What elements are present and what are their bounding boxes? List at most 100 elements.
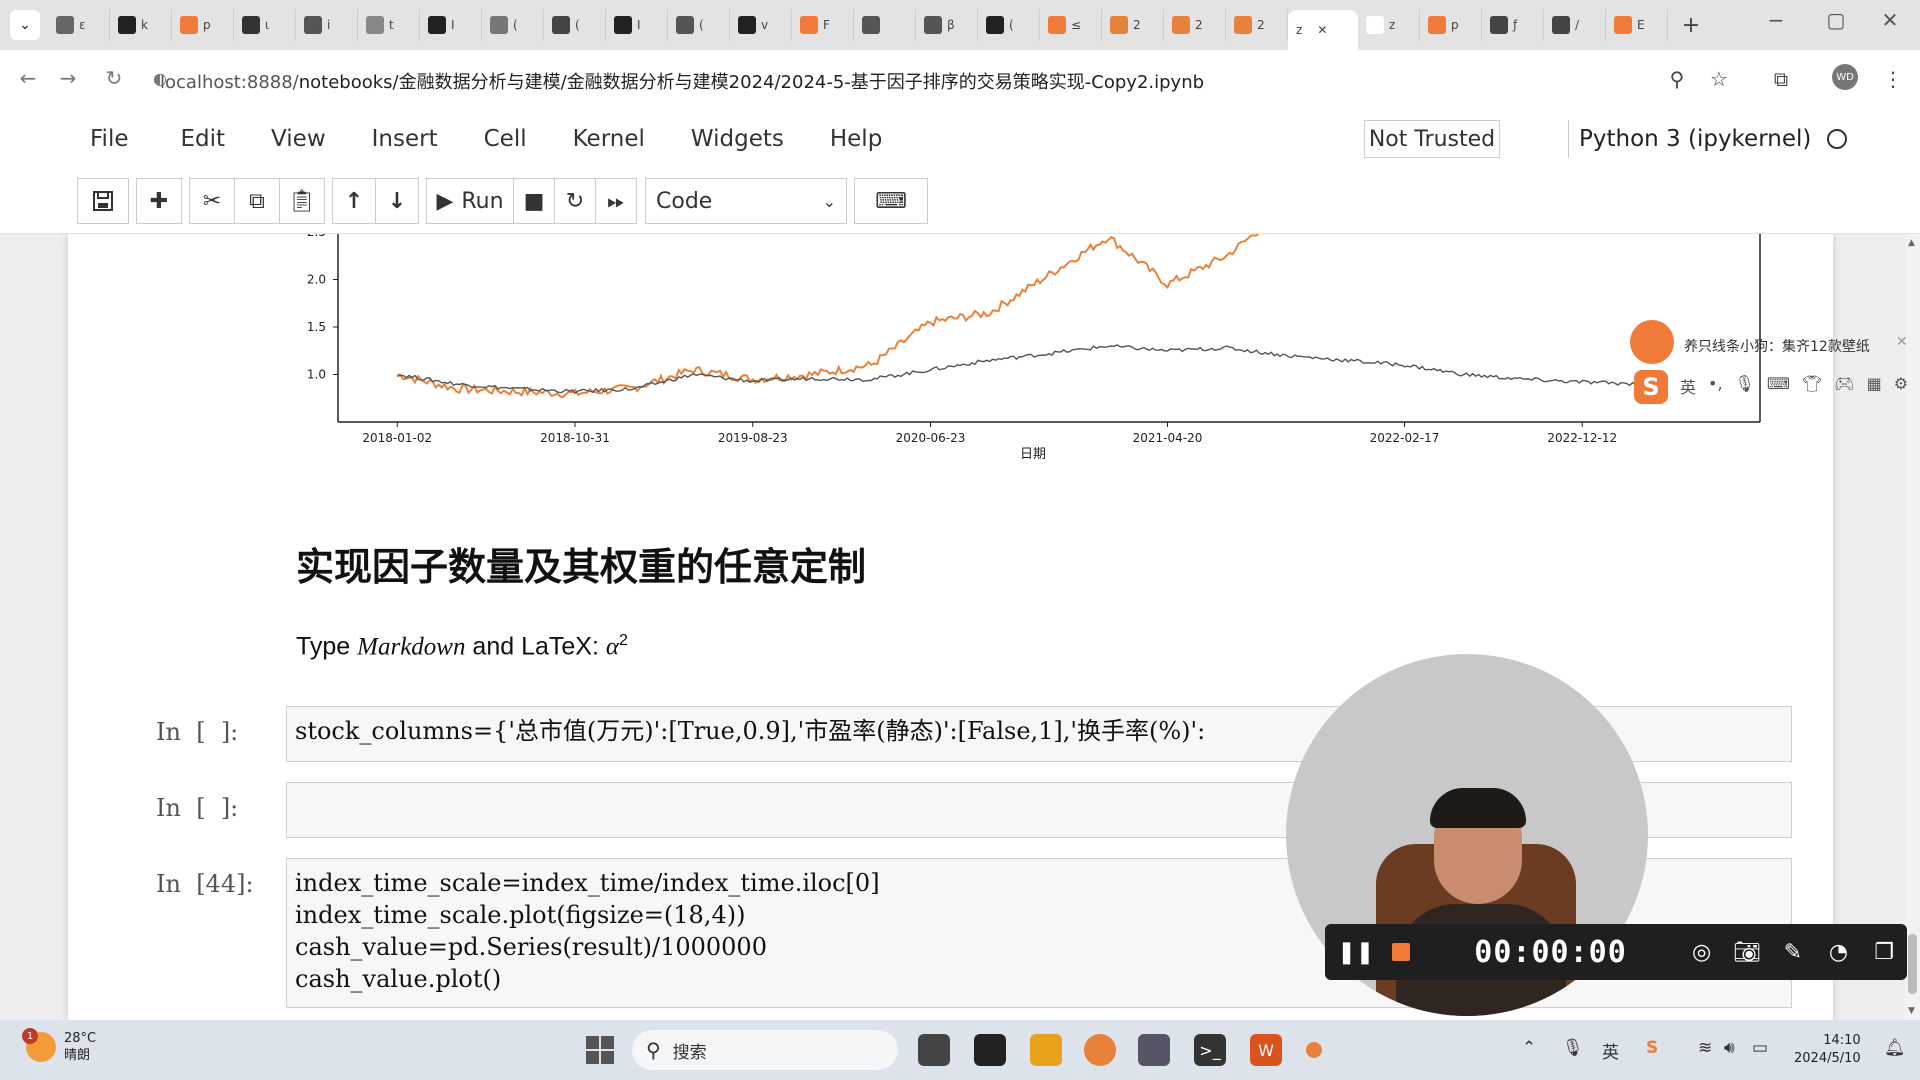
forward-icon[interactable]: → (48, 58, 88, 98)
browser-tab[interactable] (854, 9, 916, 41)
screenshot-icon[interactable]: 📷︎ (1724, 924, 1770, 980)
app-icon[interactable] (1138, 1034, 1170, 1066)
save-button[interactable] (77, 178, 129, 224)
menu-insert[interactable]: Insert (372, 126, 438, 152)
menu-edit[interactable]: Edit (181, 126, 226, 152)
terminal-app-icon[interactable] (974, 1034, 1006, 1066)
tray-ime-icon[interactable]: S (1646, 1038, 1658, 1058)
browser-tab[interactable]: ≤ (1040, 9, 1102, 41)
browser-tab[interactable]: ( (482, 9, 544, 41)
paste-button[interactable]: 📋︎ (279, 178, 325, 224)
browser-tab[interactable]: p (172, 9, 234, 41)
timer-icon[interactable]: ◔ (1816, 924, 1862, 980)
file-explorer-icon[interactable] (1030, 1034, 1062, 1066)
battery-icon[interactable]: ▭ (1752, 1038, 1768, 1058)
browser-tab[interactable]: ε (48, 9, 110, 41)
interrupt-button[interactable]: ■ (513, 178, 555, 224)
microphone-icon[interactable]: 🎙︎ (1735, 374, 1755, 398)
reload-icon[interactable]: ↻ (94, 58, 134, 98)
browser-tab[interactable]: 2 (1226, 9, 1288, 41)
scroll-up-icon[interactable]: ▲ (1908, 238, 1915, 248)
pen-icon[interactable]: ✎ (1770, 924, 1816, 980)
scroll-thumb[interactable] (1908, 934, 1917, 994)
run-button[interactable]: ▶ Run (426, 178, 514, 224)
ime-mascot-icon[interactable] (1630, 320, 1674, 364)
close-window-icon[interactable]: ✕ (1870, 8, 1910, 32)
url-field[interactable]: localhost:8888/notebooks/金融数据分析与建模/金融数据分… (160, 68, 1204, 94)
cell-type-select[interactable]: Code ⌄ (645, 178, 847, 224)
game-icon[interactable]: 🎮︎ (1834, 374, 1854, 398)
browser-tab[interactable]: I (606, 9, 668, 41)
punctuation-icon[interactable]: •, (1708, 374, 1723, 398)
browser-tab[interactable]: ( (668, 9, 730, 41)
kernel-indicator[interactable]: Python 3 (ipykernel) (1568, 120, 1848, 158)
browser-tab[interactable]: E (1606, 9, 1668, 41)
skin-icon[interactable]: 👕︎ (1802, 374, 1822, 398)
grid-icon[interactable]: ▦ (1867, 374, 1882, 398)
ime-notice-close-icon[interactable]: ✕ (1896, 334, 1908, 350)
window-icon[interactable]: ❐ (1861, 924, 1907, 980)
restart-button[interactable]: ↻ (554, 178, 596, 224)
tray-ime-lang[interactable]: 英 (1602, 1038, 1619, 1063)
browser-tab[interactable]: k (110, 9, 172, 41)
recorder-app-icon[interactable] (1306, 1042, 1322, 1058)
console-icon[interactable]: >_ (1194, 1034, 1226, 1066)
insert-cell-button[interactable]: ✚ (136, 178, 182, 224)
command-palette-button[interactable]: ⌨ (854, 178, 928, 224)
volume-icon[interactable]: 🔊︎ (1724, 1038, 1735, 1058)
clock[interactable]: 14:10 2024/5/10 (1794, 1032, 1861, 1068)
move-up-button[interactable]: ↑ (332, 178, 376, 224)
profile-avatar[interactable]: WD (1832, 64, 1858, 90)
tray-expand-icon[interactable]: ⌃ (1522, 1038, 1536, 1058)
settings-icon[interactable]: ⚙ (1894, 374, 1908, 398)
maximize-icon[interactable]: ▢ (1816, 8, 1856, 32)
browser-tab[interactable]: ι (234, 9, 296, 41)
back-icon[interactable]: ← (8, 58, 48, 98)
copy-button[interactable]: ⧉ (234, 178, 280, 224)
menu-widgets[interactable]: Widgets (691, 126, 784, 152)
browser-menu-icon[interactable]: ⋮ (1878, 64, 1908, 94)
browser-tab[interactable]: F (792, 9, 854, 41)
browser-tab[interactable]: 2 (1164, 9, 1226, 41)
browser-tab[interactable]: 2 (1102, 9, 1164, 41)
keyboard-icon[interactable]: ⌨ (1767, 374, 1790, 398)
browser-tab[interactable]: / (1544, 9, 1606, 41)
ime-logo-icon[interactable]: S (1634, 370, 1668, 404)
browser-tab[interactable]: t (358, 9, 420, 41)
restart-run-all-button[interactable]: ⏩︎ (595, 178, 637, 224)
wps-icon[interactable]: W (1250, 1034, 1282, 1066)
active-browser-tab[interactable]: z ✕ (1288, 10, 1358, 50)
ime-lang-toggle[interactable]: 英 (1680, 374, 1696, 398)
notifications-icon[interactable]: 🔔︎ (1884, 1038, 1906, 1058)
new-tab-button[interactable]: + (1676, 10, 1706, 40)
browser-tab[interactable]: i (296, 9, 358, 41)
start-button[interactable] (586, 1036, 614, 1064)
browser-tab[interactable]: p (1420, 9, 1482, 41)
minimize-icon[interactable]: − (1756, 8, 1796, 32)
browser-tab[interactable]: ƒ (1482, 9, 1544, 41)
browser-tab[interactable]: z (1358, 9, 1420, 41)
taskbar-search[interactable]: ⚲ 搜索 (632, 1030, 898, 1070)
move-down-button[interactable]: ↓ (375, 178, 419, 224)
tab-close-icon[interactable]: ✕ (1317, 23, 1327, 37)
stop-record-button[interactable] (1379, 924, 1425, 980)
browser-tab[interactable]: v (730, 9, 792, 41)
tray-microphone-icon[interactable]: 🎙︎ (1562, 1038, 1584, 1058)
browser-tab[interactable]: I (420, 9, 482, 41)
ime-notice[interactable]: 养只线条小狗：集齐12款壁纸 (1684, 336, 1870, 356)
menu-kernel[interactable]: Kernel (573, 126, 645, 152)
zoom-icon[interactable]: ⚲ (1662, 64, 1692, 94)
menu-file[interactable]: File (90, 126, 129, 152)
browser-tab[interactable]: ( (978, 9, 1040, 41)
pause-icon[interactable]: ❚❚ (1333, 924, 1379, 980)
menu-cell[interactable]: Cell (484, 126, 527, 152)
menu-help[interactable]: Help (830, 126, 882, 152)
chrome-icon[interactable] (1084, 1034, 1116, 1066)
browser-tab[interactable]: ( (544, 9, 606, 41)
tab-search-dropdown[interactable]: ⌄ (10, 10, 40, 40)
trust-indicator[interactable]: Not Trusted (1364, 120, 1500, 158)
browser-tab[interactable]: β (916, 9, 978, 41)
wifi-icon[interactable]: ≋ (1698, 1038, 1712, 1058)
camera-toggle-icon[interactable]: ◎ (1679, 924, 1725, 980)
extensions-icon[interactable]: ⧉ (1766, 64, 1796, 94)
